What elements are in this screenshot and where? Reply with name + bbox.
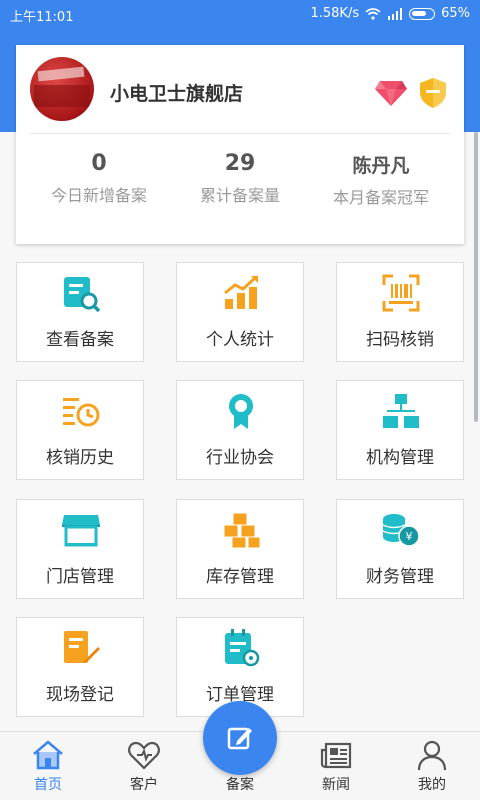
record-fab-button[interactable]	[203, 701, 277, 775]
tile-label: 机构管理	[366, 448, 434, 468]
battery-percent: 65%	[441, 6, 470, 21]
tile-scan-code[interactable]: 扫码核销	[336, 262, 464, 362]
profile-icon	[417, 740, 447, 771]
tile-inventory[interactable]: 库存管理	[176, 499, 304, 599]
nav-label: 新闻	[322, 777, 350, 793]
home-icon	[33, 740, 63, 770]
store-name: 小电卫士旗舰店	[110, 83, 244, 105]
status-indicators: 1.58K/s 65%	[310, 6, 470, 21]
gem-icon	[375, 81, 407, 106]
tile-finance[interactable]: ¥ 财务管理	[336, 499, 464, 599]
nav-news[interactable]: 新闻	[288, 732, 384, 800]
svg-text:¥: ¥	[406, 530, 413, 543]
stat-champion: 陈丹凡 本月备案冠军	[306, 151, 456, 208]
stat-total: 29 累计备案量	[165, 151, 315, 206]
nav-home[interactable]: 首页	[0, 732, 96, 800]
nav-label: 客户	[130, 777, 158, 793]
view-record-icon	[64, 277, 101, 313]
battery-icon	[409, 7, 436, 20]
history-icon	[63, 398, 100, 427]
stat-value: 29	[224, 151, 256, 176]
tile-label: 扫码核销	[366, 330, 434, 350]
stat-value: 0	[91, 151, 107, 176]
tile-label: 现场登记	[46, 685, 114, 705]
wifi-icon	[365, 7, 381, 20]
tile-history[interactable]: 核销历史	[16, 380, 144, 480]
nav-label: 我的	[418, 777, 446, 793]
edit-icon	[227, 727, 252, 750]
nav-label: 备案	[226, 777, 254, 793]
tile-store-management[interactable]: 门店管理	[16, 499, 144, 599]
tile-onsite-register[interactable]: 现场登记	[16, 617, 144, 717]
tile-view-records[interactable]: 查看备案	[16, 262, 144, 362]
tile-label: 核销历史	[46, 448, 114, 468]
tile-association[interactable]: 行业协会	[176, 380, 304, 480]
nav-customer[interactable]: 客户	[96, 732, 192, 800]
tile-label: 个人统计	[206, 330, 274, 350]
order-icon	[225, 629, 260, 667]
signal-icon	[388, 7, 403, 20]
tile-label: 财务管理	[366, 567, 434, 587]
personal-stats-icon	[224, 276, 258, 309]
status-time: 上午11:01	[10, 10, 74, 25]
tile-org-management[interactable]: 机构管理	[336, 380, 464, 480]
org-chart-icon	[383, 394, 419, 428]
scrollbar[interactable]	[474, 132, 478, 422]
tile-label: 库存管理	[206, 567, 274, 587]
tile-label: 门店管理	[46, 567, 114, 587]
onsite-register-icon	[64, 631, 100, 663]
status-bar: 上午11:01 1.58K/s 65%	[0, 0, 480, 28]
finance-icon: ¥	[382, 514, 420, 547]
store-icon	[62, 515, 100, 547]
nav-label: 首页	[34, 777, 62, 793]
association-icon	[229, 394, 253, 429]
stat-label: 本月备案冠军	[332, 188, 429, 207]
stat-value: 陈丹凡	[352, 155, 410, 177]
shield-icon	[420, 78, 446, 108]
stat-label: 今日新增备案	[50, 186, 147, 205]
store-avatar[interactable]	[30, 57, 94, 121]
customer-icon	[128, 741, 160, 770]
nav-mine[interactable]: 我的	[384, 732, 480, 800]
stat-today-new: 0 今日新增备案	[24, 151, 174, 206]
tile-label: 查看备案	[46, 330, 114, 350]
card-divider	[30, 133, 450, 134]
stat-label: 累计备案量	[199, 186, 280, 205]
news-icon	[320, 742, 352, 769]
tile-personal-stats[interactable]: 个人统计	[176, 262, 304, 362]
tile-label: 行业协会	[206, 448, 274, 468]
profile-card: 小电卫士旗舰店 0 今日新增备案 29 累计备案量 陈丹凡 本月备案冠军	[16, 45, 464, 244]
inventory-icon	[223, 512, 261, 549]
scan-code-icon	[382, 274, 420, 312]
network-speed: 1.58K/s	[310, 6, 360, 21]
